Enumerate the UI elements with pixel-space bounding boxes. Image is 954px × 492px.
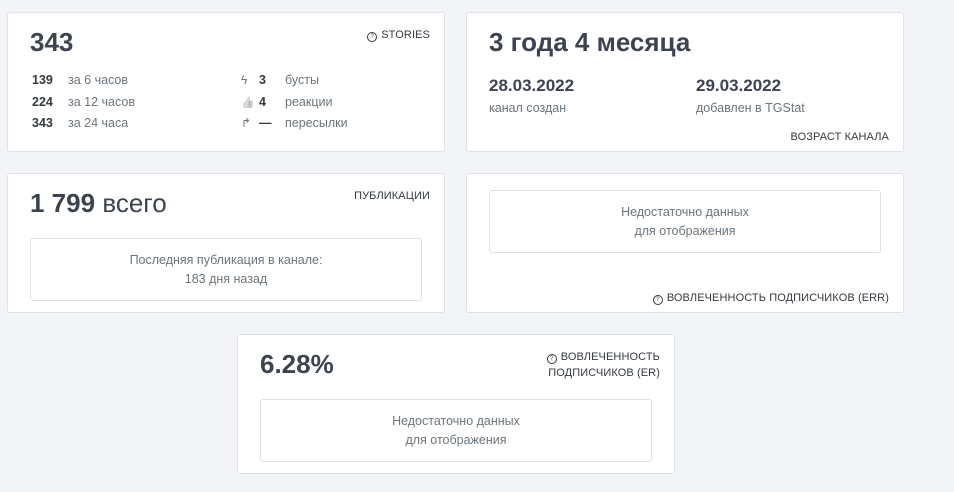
stories-row-6h: 139 за 6 часов xyxy=(32,73,128,87)
added-date: 29.03.2022 xyxy=(696,76,782,95)
forward-icon: ↱ xyxy=(241,116,252,130)
publications-tag: ПУБЛИКАЦИИ xyxy=(354,190,430,202)
added-label: добавлен в TGStat xyxy=(696,101,805,115)
channel-age-tag: ВОЗРАСТ КАНАЛА xyxy=(790,131,889,143)
row-value: 224 xyxy=(32,95,53,109)
channel-age-title: 3 года 4 месяца xyxy=(489,27,691,57)
row-label: за 6 часов xyxy=(68,73,129,87)
stories-card: 343 ? STORIES 139 за 6 часов 224 за 12 часо… xyxy=(7,12,445,152)
stat-value: — xyxy=(259,116,272,130)
err-tag[interactable]: ? ВОВЛЕЧЕННОСТЬ ПОДПИСЧИКОВ (ERR) xyxy=(652,292,889,305)
err-no-data-box: Недостаточно данных для отображения xyxy=(489,190,881,253)
stat-boosts: ϟ 3 бусты xyxy=(241,73,319,87)
lightning-icon: ϟ xyxy=(241,73,248,87)
err-no-data-line2: для отображения xyxy=(634,223,736,238)
stat-reactions: 👍 4 реакции xyxy=(241,95,332,109)
publications-card: 1 799 всего ПУБЛИКАЦИИ Последняя публика… xyxy=(7,173,445,313)
created-label: канал создан xyxy=(489,101,567,115)
help-icon: ? xyxy=(546,354,557,364)
channel-age-card: 3 года 4 месяца 28.03.2022 канал создан … xyxy=(466,12,904,152)
stories-total: 343 xyxy=(30,27,74,57)
er-tag-line2: ПОДПИСЧИКОВ (ER) xyxy=(548,367,660,379)
stat-label: реакции xyxy=(285,95,333,109)
err-card: Недостаточно данных для отображения ? ВОВ… xyxy=(466,173,904,313)
stories-tag-label: STORIES xyxy=(381,29,430,41)
publications-total-suffix: всего xyxy=(102,188,167,218)
last-publication-box: Последняя публикация в канале: 183 дня н… xyxy=(30,238,422,301)
created-date: 28.03.2022 xyxy=(489,76,575,95)
stat-forwards: ↱ — пересылки xyxy=(241,116,348,130)
last-publication-label: Последняя публикация в канале: xyxy=(129,252,323,267)
row-label: за 12 часов xyxy=(68,95,135,109)
stories-row-24h: 343 за 24 часа xyxy=(32,116,128,130)
er-tag[interactable]: ? ВОВЛЕЧЕННОСТЬ ПОДПИСЧИКОВ (ER) xyxy=(546,349,660,381)
help-icon: ? xyxy=(367,32,378,42)
row-label: за 24 часа xyxy=(68,116,129,130)
stories-row-12h: 224 за 12 часов xyxy=(32,95,135,109)
stories-tag[interactable]: ? STORIES xyxy=(367,29,430,42)
err-tag-label: ВОВЛЕЧЕННОСТЬ ПОДПИСЧИКОВ (ERR) xyxy=(666,292,889,304)
publications-total: 1 799 всего xyxy=(30,188,167,219)
er-tag-line1: ВОВЛЕЧЕННОСТЬ xyxy=(560,351,660,363)
row-value: 139 xyxy=(32,73,53,87)
er-value: 6.28% xyxy=(260,349,334,379)
er-no-data-line2: для отображения xyxy=(405,432,507,447)
stat-label: пересылки xyxy=(285,116,348,130)
last-publication-ago: 183 дня назад xyxy=(184,271,268,286)
help-icon: ? xyxy=(652,295,663,305)
thumbs-up-icon: 👍 xyxy=(241,97,255,109)
er-no-data-box: Недостаточно данных для отображения xyxy=(260,399,652,462)
stat-value: 3 xyxy=(259,73,266,87)
er-card: 6.28% ? ВОВЛЕЧЕННОСТЬ ПОДПИСЧИКОВ (ER) Не… xyxy=(237,334,675,474)
err-no-data-line1: Недостаточно данных xyxy=(621,204,749,219)
er-no-data-line1: Недостаточно данных xyxy=(392,413,520,428)
stat-value: 4 xyxy=(259,95,266,109)
stat-label: бусты xyxy=(285,73,319,87)
row-value: 343 xyxy=(32,116,53,130)
publications-total-number: 1 799 xyxy=(30,188,96,218)
